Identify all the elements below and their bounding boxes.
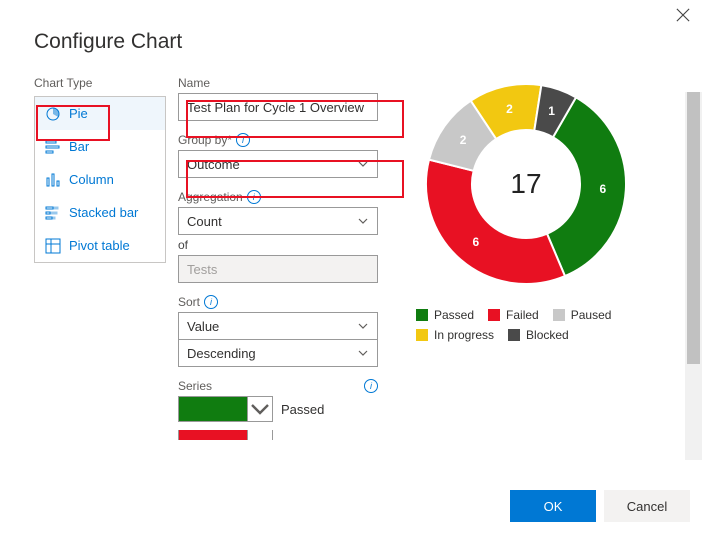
legend-label: Blocked (526, 328, 569, 342)
chevron-down-icon (357, 215, 369, 227)
close-icon (676, 8, 690, 22)
donut-slice (426, 160, 565, 284)
scrollbar-thumb[interactable] (687, 92, 700, 364)
chevron-down-icon (357, 320, 369, 332)
slice-value: 1 (548, 104, 555, 118)
legend-item: Paused (553, 308, 612, 322)
chart-type-label: Chart Type (34, 76, 178, 90)
chart-type-column-label: Column (69, 172, 114, 187)
slice-value: 2 (460, 133, 467, 147)
chart-type-column[interactable]: Column (35, 163, 165, 196)
donut-total: 17 (510, 168, 541, 200)
chevron-down-icon (357, 158, 369, 170)
info-icon[interactable]: i (247, 190, 261, 204)
legend-swatch (508, 329, 520, 341)
cancel-button[interactable]: Cancel (604, 490, 690, 522)
chart-legend: Passed Failed Paused In progress Blocked (416, 308, 686, 342)
groupby-label: Group by* (178, 133, 232, 147)
pie-icon (45, 106, 61, 122)
aggregation-label: Aggregation (178, 190, 243, 204)
legend-label: Passed (434, 308, 474, 322)
groupby-select[interactable]: Outcome (178, 150, 378, 178)
slice-value: 2 (506, 102, 513, 116)
chart-type-list: Pie Bar Column (34, 96, 166, 263)
chart-type-pie[interactable]: Pie (35, 97, 165, 130)
sort-label: Sort (178, 295, 200, 309)
legend-swatch (416, 329, 428, 341)
legend-item: Blocked (508, 328, 569, 342)
series-color-select-0[interactable] (178, 396, 273, 422)
ok-button[interactable]: OK (510, 490, 596, 522)
series-swatch-1 (179, 430, 247, 440)
legend-swatch (488, 309, 500, 321)
slice-value: 6 (473, 235, 480, 249)
of-label: of (178, 238, 406, 252)
chart-type-pivot-table[interactable]: Pivot table (35, 229, 165, 262)
chart-type-pivot-table-label: Pivot table (69, 238, 130, 253)
legend-label: Paused (571, 308, 612, 322)
legend-label: In progress (434, 328, 494, 342)
chart-type-bar[interactable]: Bar (35, 130, 165, 163)
series-row-1-partial (178, 430, 406, 440)
chart-type-stacked-bar-label: Stacked bar (69, 205, 138, 220)
chart-type-pie-label: Pie (69, 106, 88, 121)
info-icon[interactable]: i (364, 379, 378, 393)
series-label: Series (178, 379, 212, 393)
info-icon[interactable]: i (236, 133, 250, 147)
dialog-title: Configure Chart (0, 0, 708, 76)
sort-primary-select[interactable]: Value (178, 312, 378, 340)
series-name-0: Passed (281, 402, 324, 417)
legend-item: Passed (416, 308, 474, 322)
close-button[interactable] (676, 8, 694, 26)
legend-swatch (553, 309, 565, 321)
name-input[interactable]: Test Plan for Cycle 1 Overview (178, 93, 378, 121)
chevron-down-icon (357, 347, 369, 359)
donut-chart: 17 6 6 2 2 1 (416, 74, 636, 294)
legend-item: In progress (416, 328, 494, 342)
legend-swatch (416, 309, 428, 321)
slice-value: 6 (600, 182, 607, 196)
chevron-down-icon (248, 397, 272, 421)
chart-type-stacked-bar[interactable]: Stacked bar (35, 196, 165, 229)
series-swatch-0 (179, 397, 247, 421)
legend-label: Failed (506, 308, 539, 322)
bar-icon (45, 139, 61, 155)
series-row-0: Passed (178, 396, 406, 422)
aggregation-select[interactable]: Count (178, 207, 378, 235)
pivot-table-icon (45, 238, 61, 254)
scrollbar[interactable] (685, 92, 702, 460)
column-icon (45, 172, 61, 188)
chart-type-bar-label: Bar (69, 139, 89, 154)
sort-secondary-select[interactable]: Descending (178, 339, 378, 367)
name-label: Name (178, 76, 406, 90)
info-icon[interactable]: i (204, 295, 218, 309)
stacked-bar-icon (45, 205, 61, 221)
series-color-select-1[interactable] (178, 430, 273, 440)
of-select: Tests (178, 255, 378, 283)
legend-item: Failed (488, 308, 539, 322)
